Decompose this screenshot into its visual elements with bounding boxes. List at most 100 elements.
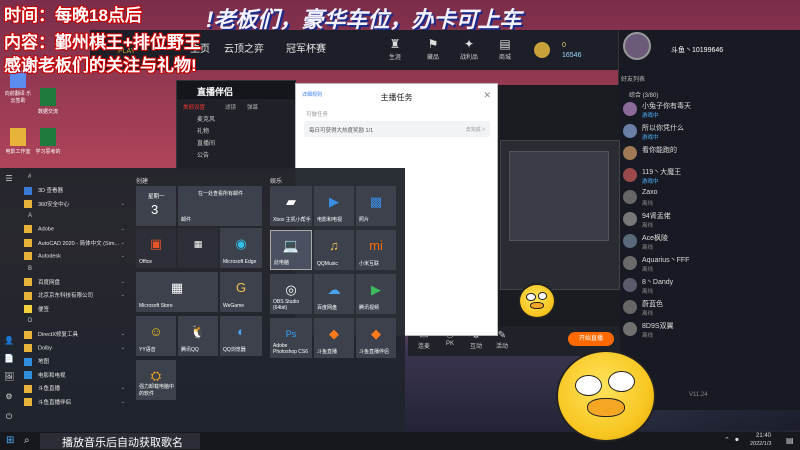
app-list-item[interactable]: AutoCAD 2020 - 简体中文 (Sim... ⌄	[24, 239, 129, 251]
desktop-icon[interactable]: 数据交流	[34, 88, 62, 115]
pictures-icon[interactable]: 🖼	[4, 372, 14, 381]
app-list-letter[interactable]: B	[28, 266, 32, 272]
friend-entry[interactable]: 8丶Dandy 离线	[623, 276, 693, 298]
calendar-tile[interactable]: 星期一 3	[136, 186, 176, 226]
helper-row[interactable]: 公告	[177, 150, 295, 161]
shop-icon: ▤	[499, 37, 511, 51]
now-playing-bar[interactable]: 播放音乐后自动获取歌名	[40, 433, 200, 449]
shop-button[interactable]: ▤ 商城	[490, 36, 520, 61]
task-action[interactable]: 去完成 >	[466, 126, 485, 133]
friend-entry[interactable]: Zaxo 离线	[623, 188, 693, 210]
app-list-item[interactable]: 地图	[24, 357, 129, 369]
friend-name: 119丶大魔王	[642, 169, 682, 176]
start-left-rail: ☰ 👤 📄 🖼 ⚙ ⏻	[0, 168, 18, 432]
windows-start-icon[interactable]: ⊞	[6, 435, 14, 447]
app-list-letter[interactable]: A	[28, 213, 32, 219]
app-list-item[interactable]: DirectX修复工具 ⌄	[24, 330, 129, 342]
helper-row[interactable]: 直播间	[177, 138, 295, 149]
friend-entry[interactable]: 所以你凭什么 游戏中	[623, 122, 693, 144]
friend-entry[interactable]: 蔚蓝色 离线	[623, 298, 693, 320]
friend-entry[interactable]: 8D9S双翼 离线	[623, 320, 693, 342]
app-list-item[interactable]: Dolby ⌄	[24, 343, 129, 356]
task-item[interactable]: 每日可获得大热度奖励 1/1 去完成 >	[304, 121, 490, 137]
app-list-item[interactable]: Autodesk ⌄	[24, 252, 129, 264]
app-label: 北京京东科技有限公司	[38, 293, 94, 299]
office-apps-tile[interactable]: ▦	[178, 228, 218, 268]
yy-tile[interactable]: ☺ YY语音	[136, 316, 176, 356]
friend-status: 游戏中	[642, 113, 659, 119]
collection-button[interactable]: ⚑ 藏品	[418, 36, 448, 61]
settings-icon[interactable]: ⚙	[4, 392, 14, 401]
obs-tile[interactable]: ◎ OBS Studio (64bit)	[270, 274, 312, 314]
start-live-button[interactable]: 开始直播	[568, 332, 614, 346]
network-icon[interactable]: ⚫	[734, 435, 740, 447]
tab-tft[interactable]: 云顶之弈	[224, 40, 264, 55]
uninstaller-tile[interactable]: ⛭ 强力卸载电脑中的软件	[136, 360, 176, 400]
app-list-letter[interactable]: #	[28, 174, 31, 180]
avatar[interactable]	[623, 32, 651, 60]
app-label: 360安全中心	[38, 201, 70, 208]
photos-tile[interactable]: ▩ 照片	[356, 186, 396, 226]
helper-row[interactable]: 麦克风	[177, 114, 295, 125]
helper-tab-active[interactable]: 美颜设置	[183, 103, 205, 111]
app-list-item[interactable]: 便签	[24, 305, 129, 317]
friend-entry[interactable]: Aquarius丶FFF 离线	[623, 254, 693, 276]
douyu-helper-tile[interactable]: ◆ 斗鱼直播伴侣	[356, 318, 396, 358]
clock-time[interactable]: 21:40	[756, 433, 771, 439]
desktop-icon[interactable]: 学习思考的	[34, 128, 62, 155]
app-label: Dolby	[38, 344, 53, 351]
app-list-letter[interactable]: D	[28, 318, 32, 324]
movies-tile[interactable]: ▶ 电影和电视	[314, 186, 354, 226]
helper-tab[interactable]: 滤镜	[225, 103, 236, 111]
qqbrowser-tile[interactable]: ◐ QQ浏览器	[220, 316, 262, 356]
desktop-icon[interactable]: 电影工作室	[4, 128, 32, 155]
power-icon[interactable]: ⏻	[4, 412, 14, 422]
qq-tile[interactable]: 🐧 腾讯QQ	[178, 316, 218, 356]
friend-entry[interactable]: 小兔子你有毒天 游戏中	[623, 100, 693, 122]
helper-row[interactable]: 礼物	[177, 126, 295, 137]
friend-avatar	[623, 234, 637, 248]
friends-panel: 斗鱼丶10199646 好友列表 综合 (3/80) 小兔子你有毒天 游戏中 所以你…	[618, 30, 800, 410]
office-tile[interactable]: ▣ Office	[136, 228, 176, 268]
mail-tile[interactable]: 在一处查看所有邮件 邮件	[178, 186, 262, 226]
app-label: Autodesk	[38, 253, 61, 260]
document-icon[interactable]: 📄	[4, 354, 14, 363]
app-list-item[interactable]: 百度网盘 ⌄	[24, 278, 129, 290]
qqmusic-tile[interactable]: ♫ QQMusic	[314, 230, 354, 270]
app-list-item[interactable]: Adobe ⌄	[24, 225, 129, 237]
douyu-helper-icon: ◆	[371, 326, 381, 341]
app-list-item[interactable]: 斗鱼直播伴侣 ⌄	[24, 398, 129, 410]
photoshop-tile[interactable]: Ps Adobe Photoshop CS6	[270, 318, 312, 358]
douyu-tile[interactable]: ◆ 斗鱼直播	[314, 318, 354, 358]
friend-entry[interactable]: 119丶大魔王 游戏中	[623, 166, 693, 188]
friend-group[interactable]: 综合 (3/80)	[629, 90, 658, 99]
friend-entry[interactable]: 看你能跑的	[623, 144, 693, 166]
edge-tile[interactable]: ◉ Microsoft Edge	[220, 228, 262, 268]
store-tile[interactable]: ▦ Microsoft Store	[136, 272, 218, 312]
close-icon[interactable]: ✕	[483, 90, 491, 101]
app-list-item[interactable]: 电影和电视	[24, 371, 129, 383]
profile-button[interactable]: ♜ 生涯	[380, 36, 410, 61]
xiaomi-tile[interactable]: mi 小米互联	[356, 230, 396, 270]
notification-icon[interactable]: ▤	[786, 435, 794, 447]
app-list-item[interactable]: 3D 查看器	[24, 186, 129, 198]
app-list-item[interactable]: 360安全中心 ⌄	[24, 200, 129, 212]
wegame-tile[interactable]: G WeGame	[220, 272, 262, 312]
friend-entry[interactable]: Ace枫陵 离线	[623, 232, 693, 254]
loot-button[interactable]: ✦ 战利品	[454, 36, 484, 61]
friend-status: 离线	[642, 267, 654, 273]
app-list-item[interactable]: 北京京东科技有限公司 ⌄	[24, 291, 129, 303]
menu-icon[interactable]: ☰	[4, 174, 14, 183]
friend-entry[interactable]: 94肾盂佬 离线	[623, 210, 693, 232]
user-icon[interactable]: 👤	[4, 336, 14, 345]
up-arrow-icon[interactable]: ⌃	[724, 435, 730, 447]
baidu-tile[interactable]: ☁ 百度网盘	[314, 274, 354, 314]
tab-cup[interactable]: 冠军杯赛	[286, 40, 326, 55]
app-list-item[interactable]: 斗鱼直播 ⌄	[24, 384, 129, 396]
clock-date[interactable]: 2022/1/3	[750, 441, 771, 447]
xbox-tile[interactable]: ▰ Xbox 主机小帮手	[270, 186, 312, 226]
search-icon[interactable]: ⌕	[24, 435, 30, 447]
helper-tab[interactable]: 弹幕	[247, 103, 258, 111]
this-pc-tile[interactable]: 💻 此电脑	[270, 230, 312, 270]
tencentvideo-tile[interactable]: ▶ 腾讯视频	[356, 274, 396, 314]
